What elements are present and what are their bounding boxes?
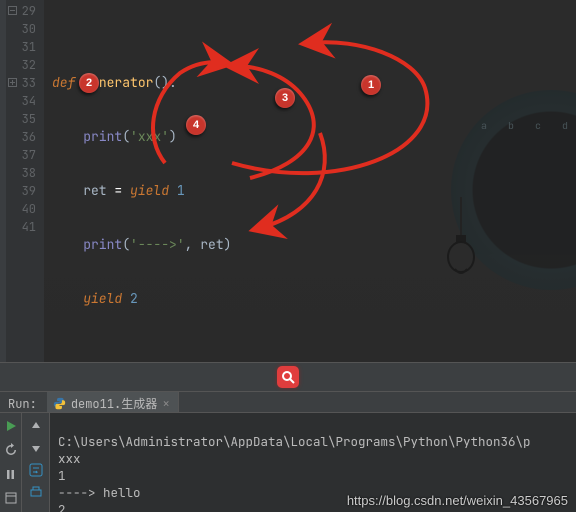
line-number-gutter: 29 30 31 32 33 34 35 36 37 38 39 40 41: [6, 0, 44, 392]
output-line: ----> hello: [58, 484, 141, 501]
run-label: Run:: [0, 392, 47, 412]
run-action-rail: [0, 413, 22, 512]
code-line: yield 2: [52, 290, 576, 308]
line-number: 37: [6, 146, 44, 164]
rerun-button[interactable]: [3, 442, 19, 458]
layout-button[interactable]: [3, 490, 19, 506]
line-number: 34: [6, 92, 44, 110]
line-number: 31: [6, 38, 44, 56]
run-tab-label: demo11.生成器: [71, 395, 157, 412]
code-editor[interactable]: 29 30 31 32 33 34 35 36 37 38 39 40 41 a…: [0, 0, 576, 392]
code-line: def generator():: [52, 74, 576, 92]
output-line: 1: [58, 467, 66, 484]
line-number: 36: [6, 128, 44, 146]
close-tab-icon[interactable]: ×: [162, 397, 170, 410]
python-icon: [53, 397, 66, 410]
lightbulb-decoration: [394, 179, 434, 269]
line-number: 40: [6, 200, 44, 218]
line-number: 29: [6, 2, 44, 20]
wrap-icon[interactable]: [28, 462, 44, 478]
run-tab[interactable]: demo11.生成器 ×: [47, 392, 179, 412]
output-line: xxx: [58, 450, 81, 467]
stop-button[interactable]: [3, 466, 19, 482]
line-number: 38: [6, 164, 44, 182]
find-toolbar: [0, 362, 576, 392]
output-path: C:\Users\Administrator\AppData\Local\Pro…: [58, 433, 531, 450]
fold-end-icon[interactable]: [8, 78, 17, 87]
line-number: 33: [6, 74, 44, 92]
line-number: 39: [6, 182, 44, 200]
down-icon[interactable]: [28, 440, 44, 456]
search-icon: [281, 370, 295, 384]
line-number: 30: [6, 20, 44, 38]
watermark-text: https://blog.csdn.net/weixin_43567965: [347, 493, 568, 508]
search-button[interactable]: [277, 366, 299, 388]
code-line: [52, 344, 576, 362]
print-icon[interactable]: [28, 484, 44, 500]
line-number: 35: [6, 110, 44, 128]
run-secondary-rail: [22, 413, 50, 512]
line-number: 32: [6, 56, 44, 74]
line-number: 41: [6, 218, 44, 236]
code-area[interactable]: a b c d e f g h i j k l m n o p q r s t …: [44, 0, 576, 392]
output-line: 2: [58, 501, 66, 512]
up-icon[interactable]: [28, 418, 44, 434]
run-tabs-bar: Run: demo11.生成器 ×: [0, 392, 576, 413]
fold-minus-icon[interactable]: [8, 6, 17, 15]
run-button[interactable]: [3, 418, 19, 434]
